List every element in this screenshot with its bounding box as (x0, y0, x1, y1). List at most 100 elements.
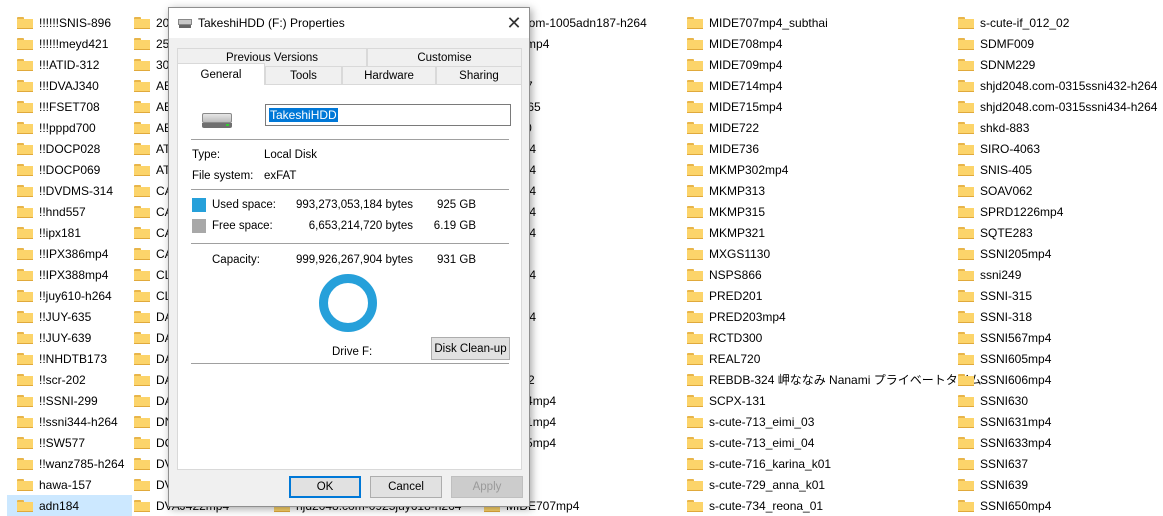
folder-item[interactable]: !!!!!!meyd421 (17, 33, 132, 54)
folder-item[interactable]: MKMP321 (687, 222, 981, 243)
folder-item[interactable]: SSNI650mp4 (958, 495, 1157, 516)
tab-sharing[interactable]: Sharing (436, 66, 522, 84)
folder-icon (17, 37, 33, 50)
folder-item[interactable]: SDNM229 (958, 54, 1157, 75)
folder-item[interactable]: !!!FSET708 (17, 96, 132, 117)
folder-item[interactable]: !!SW577 (17, 432, 132, 453)
folder-item[interactable]: !!ipx181 (17, 222, 132, 243)
folder-item[interactable]: !!NHDTB173 (17, 348, 132, 369)
folder-item[interactable]: s-cute-734_reona_01 (687, 495, 981, 516)
folder-item[interactable]: SPRD1226mp4 (958, 201, 1157, 222)
folder-item[interactable]: !!scr-202 (17, 369, 132, 390)
folder-item[interactable]: NSPS866 (687, 264, 981, 285)
folder-icon (687, 457, 703, 470)
folder-item[interactable]: shjd2048.com-0315ssni434-h264 (958, 96, 1157, 117)
folder-item[interactable]: SNIS-405 (958, 159, 1157, 180)
folder-item[interactable]: MIDE722 (687, 117, 981, 138)
folder-item[interactable]: SSNI205mp4 (958, 243, 1157, 264)
folder-item[interactable]: MIDE707mp4_subthai (687, 12, 981, 33)
folder-item[interactable]: SSNI567mp4 (958, 327, 1157, 348)
folder-item[interactable]: SQTE283 (958, 222, 1157, 243)
folder-item[interactable]: MIDE714mp4 (687, 75, 981, 96)
folder-item[interactable]: PRED203mp4 (687, 306, 981, 327)
folder-item[interactable]: SOAV062 (958, 180, 1157, 201)
tab-tools[interactable]: Tools (265, 66, 342, 84)
folder-name: shjd2048.com-0315ssni432-h264 (980, 78, 1158, 93)
apply-button[interactable]: Apply (451, 476, 523, 498)
folder-item[interactable]: MKMP302mp4 (687, 159, 981, 180)
drive-name-text: TakeshiHDD (269, 108, 338, 122)
folder-item[interactable]: !!!DVAJ340 (17, 75, 132, 96)
folder-item[interactable]: MKMP313 (687, 180, 981, 201)
folder-item[interactable]: PRED201 (687, 285, 981, 306)
folder-item[interactable]: SSNI605mp4 (958, 348, 1157, 369)
folder-item[interactable]: SSNI637 (958, 453, 1157, 474)
folder-item[interactable]: !!IPX388mp4 (17, 264, 132, 285)
folder-item[interactable]: !!!pppd700 (17, 117, 132, 138)
folder-icon (958, 352, 974, 365)
folder-item[interactable]: s-cute-716_karina_k01 (687, 453, 981, 474)
folder-item[interactable]: SSNI633mp4 (958, 432, 1157, 453)
folder-item[interactable]: SSNI631mp4 (958, 411, 1157, 432)
folder-item[interactable]: !!DVDMS-314 (17, 180, 132, 201)
folder-item[interactable]: !!wanz785-h264 (17, 453, 132, 474)
folder-item[interactable]: SSNI-318 (958, 306, 1157, 327)
drive-name-input[interactable]: TakeshiHDD (265, 104, 511, 126)
folder-icon (134, 268, 150, 281)
folder-item[interactable]: MIDE715mp4 (687, 96, 981, 117)
folder-icon (958, 16, 974, 29)
cancel-button[interactable]: Cancel (370, 476, 442, 498)
folder-item[interactable]: SSNI630 (958, 390, 1157, 411)
folder-item[interactable]: s-cute-713_eimi_03 (687, 411, 981, 432)
folder-name: !!IPX388mp4 (39, 267, 109, 282)
folder-item[interactable]: adn184 (7, 495, 132, 516)
tab-hardware[interactable]: Hardware (342, 66, 436, 84)
folder-item[interactable]: SDMF009 (958, 33, 1157, 54)
folder-item[interactable]: REBDB-324 岬ななみ Nanami プライベートタイム (687, 369, 981, 390)
dialog-titlebar[interactable]: TakeshiHDD (F:) Properties ✕ (169, 8, 529, 38)
folder-item[interactable]: !!DOCP028 (17, 138, 132, 159)
folder-item[interactable]: shjd2048.com-0315ssni432-h264 (958, 75, 1157, 96)
tab-customise[interactable]: Customise (367, 48, 522, 66)
folder-item[interactable]: s-cute-729_anna_k01 (687, 474, 981, 495)
folder-icon (687, 37, 703, 50)
folder-item[interactable]: !!JUY-639 (17, 327, 132, 348)
folder-icon (17, 415, 33, 428)
folder-item[interactable]: !!ssni344-h264 (17, 411, 132, 432)
close-button[interactable]: ✕ (499, 8, 529, 38)
folder-item[interactable]: !!hnd557 (17, 201, 132, 222)
folder-item[interactable]: RCTD300 (687, 327, 981, 348)
folder-item[interactable]: s-cute-713_eimi_04 (687, 432, 981, 453)
folder-item[interactable]: SCPX-131 (687, 390, 981, 411)
folder-name: !!IPX386mp4 (39, 246, 109, 261)
folder-item[interactable]: !!juy610-h264 (17, 285, 132, 306)
folder-item[interactable]: MXGS1130 (687, 243, 981, 264)
folder-item[interactable]: !!!ATID-312 (17, 54, 132, 75)
folder-item[interactable]: !!JUY-635 (17, 306, 132, 327)
folder-item[interactable]: SSNI606mp4 (958, 369, 1157, 390)
folder-icon (687, 184, 703, 197)
folder-item[interactable]: REAL720 (687, 348, 981, 369)
ok-button[interactable]: OK (289, 476, 361, 498)
folder-icon (958, 142, 974, 155)
folder-item[interactable]: SSNI639 (958, 474, 1157, 495)
folder-item[interactable]: MIDE709mp4 (687, 54, 981, 75)
folder-item[interactable]: !!SSNI-299 (17, 390, 132, 411)
folder-item[interactable]: MIDE708mp4 (687, 33, 981, 54)
folder-item[interactable]: MIDE736 (687, 138, 981, 159)
tab-general[interactable]: General (177, 63, 265, 85)
folder-item[interactable]: s-cute-if_012_02 (958, 12, 1157, 33)
folder-item[interactable]: !!IPX386mp4 (17, 243, 132, 264)
folder-item[interactable]: SIRO-4063 (958, 138, 1157, 159)
folder-item[interactable]: shkd-883 (958, 117, 1157, 138)
folder-item[interactable]: !!DOCP069 (17, 159, 132, 180)
folder-item[interactable]: !!!!!!SNIS-896 (17, 12, 132, 33)
folder-item[interactable]: ssni249 (958, 264, 1157, 285)
folder-item[interactable]: hawa-157 (17, 474, 132, 495)
used-space-bytes: 993,273,053,184 bytes (295, 199, 413, 211)
folder-item[interactable]: SSNI-315 (958, 285, 1157, 306)
folder-name: MIDE715mp4 (709, 99, 783, 114)
disk-cleanup-button[interactable]: Disk Clean-up (431, 337, 510, 360)
folder-name: SSNI605mp4 (980, 351, 1052, 366)
folder-item[interactable]: MKMP315 (687, 201, 981, 222)
